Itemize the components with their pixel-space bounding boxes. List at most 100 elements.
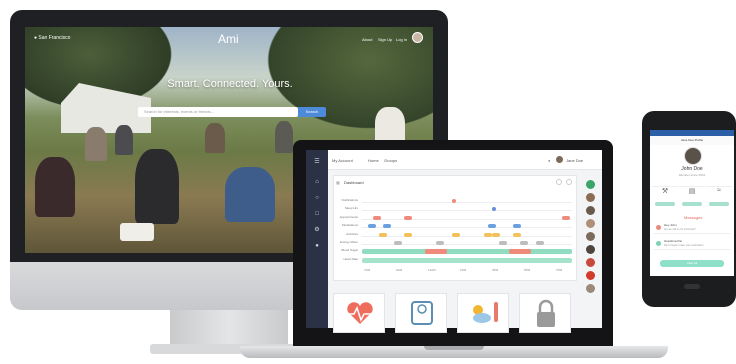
chat-icon[interactable]: ○ <box>313 194 321 202</box>
wifi-button[interactable] <box>709 202 729 206</box>
grid-line <box>362 235 572 237</box>
event-pill[interactable] <box>372 215 381 220</box>
settings-icon[interactable]: ⚙ <box>313 226 321 234</box>
x-axis-label: 7AM <box>364 268 371 272</box>
grid-line <box>362 210 572 212</box>
event-pill[interactable] <box>536 241 545 245</box>
event-pill[interactable] <box>435 241 444 245</box>
avatar[interactable] <box>412 32 423 43</box>
event-pill[interactable] <box>498 241 507 245</box>
message-sender: Hey John <box>664 223 677 227</box>
message-dot <box>656 225 661 230</box>
avatar[interactable] <box>684 147 702 165</box>
phone-home-button[interactable] <box>684 284 700 289</box>
tile-scale[interactable] <box>395 293 447 333</box>
person-shape <box>115 125 133 155</box>
card-title: Dashboard <box>344 180 364 185</box>
person-shape <box>275 121 293 153</box>
row-label: Sleep Hrs <box>344 206 358 211</box>
event-pill[interactable] <box>404 232 412 237</box>
message-text: Don't forget to take your medication <box>664 244 704 247</box>
x-axis-label: 7PM <box>556 268 563 272</box>
calendar-icon[interactable]: □ <box>313 210 321 218</box>
event-pill[interactable] <box>368 224 377 229</box>
grid-line <box>362 202 572 203</box>
event-pill[interactable] <box>393 241 402 245</box>
contact-avatar[interactable] <box>586 219 595 228</box>
x-axis-label: 3PM <box>492 268 499 272</box>
row-label: Blood Sugar <box>341 248 358 253</box>
grid-line <box>362 218 572 220</box>
person-shape <box>135 149 179 224</box>
event-pill[interactable] <box>488 224 496 229</box>
brand-logo[interactable]: Ami <box>218 32 239 46</box>
list-item[interactable]: Hey John Are we still on for tomorrow? <box>654 222 730 234</box>
search-button[interactable]: Search <box>298 107 326 117</box>
event-pill[interactable] <box>404 215 412 220</box>
sidebar <box>306 150 328 328</box>
event-pill[interactable] <box>425 249 447 255</box>
x-axis-label: 11AM <box>428 268 436 272</box>
group-icon[interactable]: ● <box>313 242 321 250</box>
contact-avatar[interactable] <box>586 258 595 267</box>
event-pill[interactable] <box>383 224 391 229</box>
avatar[interactable] <box>556 156 563 163</box>
tile-lock[interactable] <box>519 293 571 333</box>
bell-icon[interactable]: ● <box>548 158 550 163</box>
list-item[interactable]: Grandma Pat Don't forget to take your me… <box>654 238 730 250</box>
user-name[interactable]: Jane Doe <box>566 158 583 163</box>
event-pill[interactable] <box>492 232 501 237</box>
profile-name: John Doe <box>681 166 703 172</box>
home-link[interactable]: Home <box>368 158 379 163</box>
row-label: Medications <box>341 223 358 228</box>
contact-avatar[interactable] <box>586 193 595 202</box>
message-text: Are we still on for tomorrow? <box>664 228 696 231</box>
weather-icon <box>473 302 498 323</box>
hero-title: Smart. Connected. Yours. <box>167 78 293 90</box>
tile-heart[interactable] <box>333 293 385 333</box>
event-pill[interactable] <box>519 241 528 245</box>
event-pill[interactable] <box>378 232 387 237</box>
scale-icon <box>411 301 433 325</box>
contact-avatar[interactable] <box>586 180 595 189</box>
groups-link[interactable]: Groups <box>384 158 397 163</box>
event-pill[interactable] <box>483 232 492 237</box>
row-label: Energy Meter <box>339 240 358 244</box>
contact-avatar[interactable] <box>586 284 595 293</box>
grid-line <box>362 227 572 229</box>
location-label[interactable]: ● San Francisco <box>34 35 70 41</box>
nav-log-in[interactable]: Log In <box>396 37 407 42</box>
chevron-right-icon[interactable] <box>566 179 572 185</box>
bag-shape <box>120 223 154 241</box>
lock-icon <box>537 299 555 327</box>
message-sender: Grandma Pat <box>664 239 682 243</box>
search-input[interactable]: Search for interests, events or friends.… <box>138 107 298 117</box>
calendar-button[interactable] <box>682 202 702 206</box>
view-all-button[interactable]: View All <box>660 260 724 267</box>
contact-avatar[interactable] <box>586 206 595 215</box>
home-icon[interactable]: ⌂ <box>313 178 321 186</box>
row-label: Activities <box>346 231 358 236</box>
chevron-left-icon[interactable] <box>556 179 562 185</box>
account-link[interactable]: My Account <box>332 158 353 163</box>
contact-avatar[interactable] <box>586 271 595 280</box>
grid-icon[interactable]: ▦ <box>336 180 340 185</box>
menu-icon[interactable]: ☰ <box>313 158 321 166</box>
event-pill[interactable] <box>561 215 570 220</box>
contact-avatar[interactable] <box>586 232 595 241</box>
heart-rate-band <box>362 257 572 263</box>
tile-weather[interactable] <box>457 293 509 333</box>
nav-sign-up[interactable]: Sign Up <box>378 37 392 42</box>
event-pill[interactable] <box>452 232 461 237</box>
person-shape <box>85 127 107 161</box>
messages-heading: Messages <box>684 215 703 220</box>
laptop-notch <box>424 346 484 350</box>
contact-avatar[interactable] <box>586 245 595 254</box>
heart-icon <box>347 302 373 324</box>
event-pill[interactable] <box>513 224 522 229</box>
nav-about[interactable]: About <box>362 37 372 42</box>
event-pill[interactable] <box>509 249 531 255</box>
tools-button[interactable] <box>655 202 675 206</box>
event-pill[interactable] <box>513 232 522 237</box>
person-shape <box>225 167 275 222</box>
